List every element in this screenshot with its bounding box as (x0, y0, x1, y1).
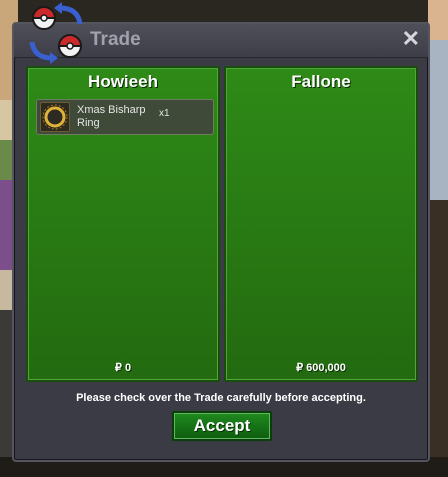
player-name: Howieeh (88, 72, 158, 91)
background-tile (428, 40, 448, 200)
trade-logo-icon (29, 2, 83, 64)
accept-button[interactable]: Accept (172, 411, 272, 441)
item-name: Xmas Bisharp Ring (77, 104, 146, 129)
window-title: Trade (90, 29, 141, 50)
money-offer: ₽ 0 (114, 362, 132, 374)
trade-item[interactable]: Xmas Bisharp Ring x1 (36, 99, 214, 135)
background-tile (428, 200, 448, 477)
ring-icon (40, 102, 70, 132)
trade-notice: Please check over the Trade carefully be… (76, 392, 366, 404)
offer-panel-self: Howieeh Xmas Bisharp Ring x1 ₽ 0 (26, 66, 220, 382)
background-tile (428, 0, 448, 40)
item-quantity: x1 (159, 108, 170, 119)
offer-panel-partner: Fallone ₽ 600,000 (224, 66, 418, 382)
trade-window: Trade ✕ Howieeh Xmas Bisharp Ring x1 ₽ 0… (12, 2, 430, 462)
close-button[interactable]: ✕ (402, 26, 420, 52)
money-offer: ₽ 600,000 (296, 362, 346, 374)
player-name: Fallone (291, 72, 351, 91)
